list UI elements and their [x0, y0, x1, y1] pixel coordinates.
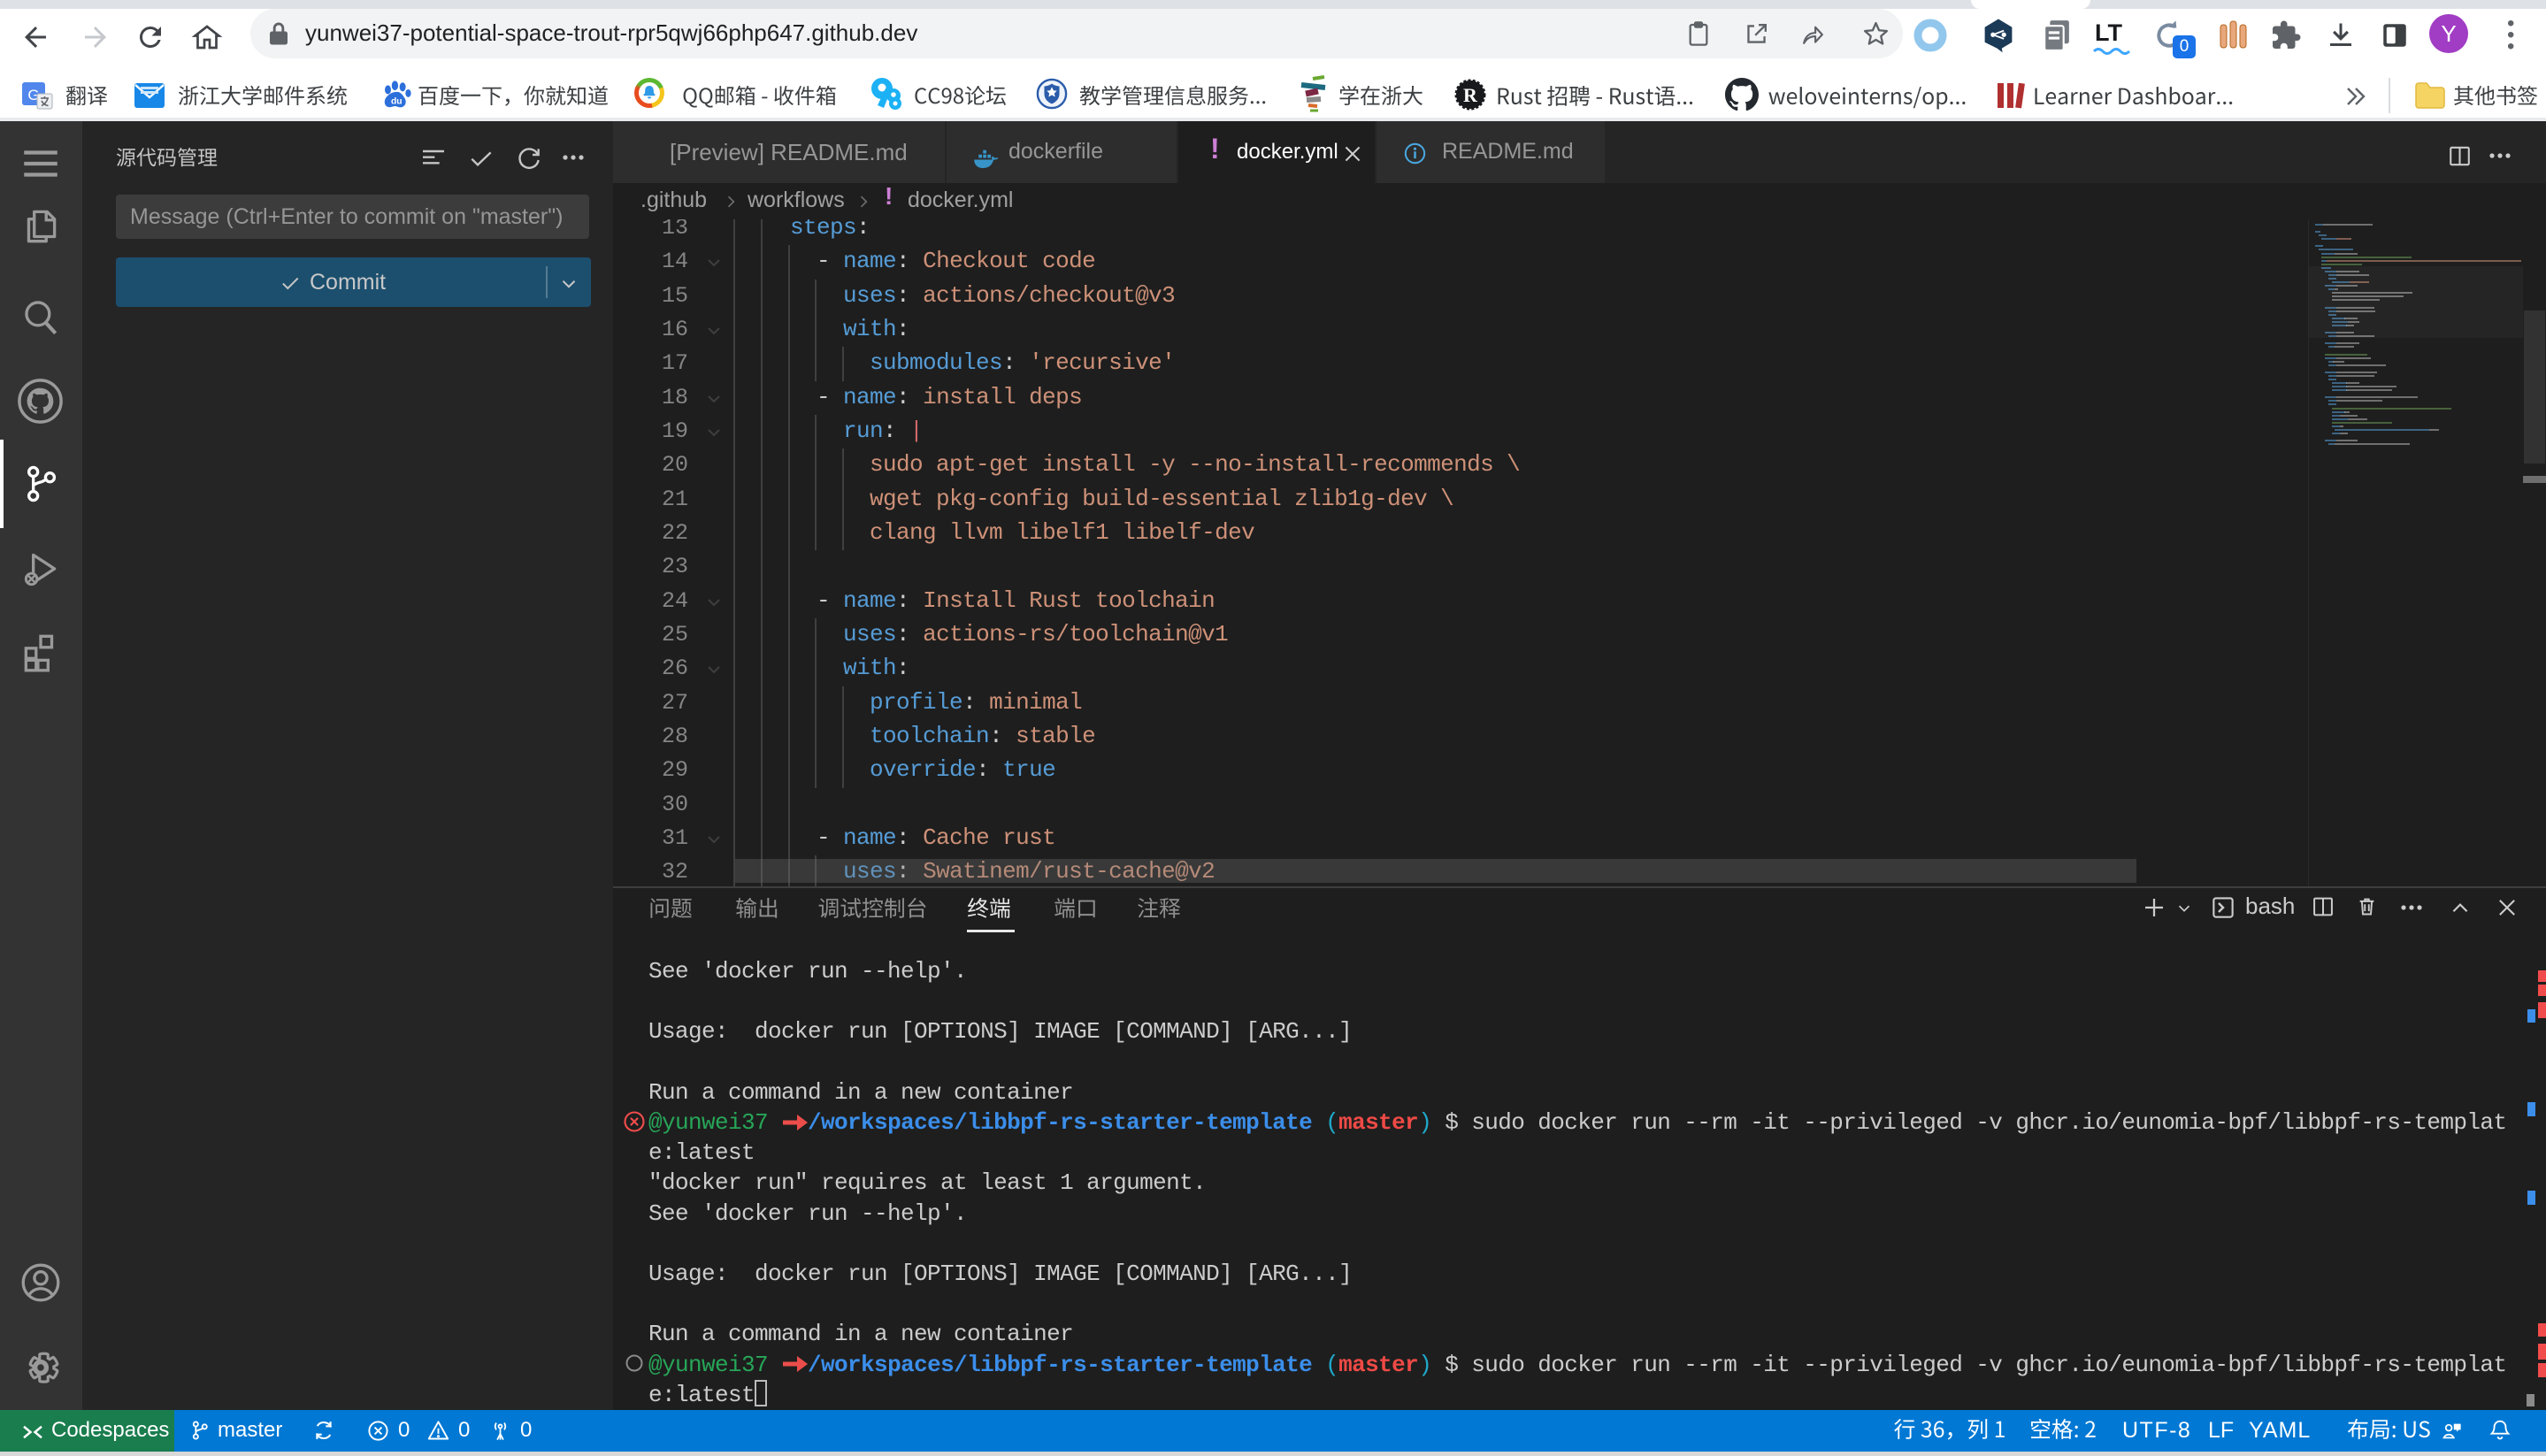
svg-text:R: R — [1463, 84, 1478, 106]
svg-text:du: du — [391, 96, 403, 106]
